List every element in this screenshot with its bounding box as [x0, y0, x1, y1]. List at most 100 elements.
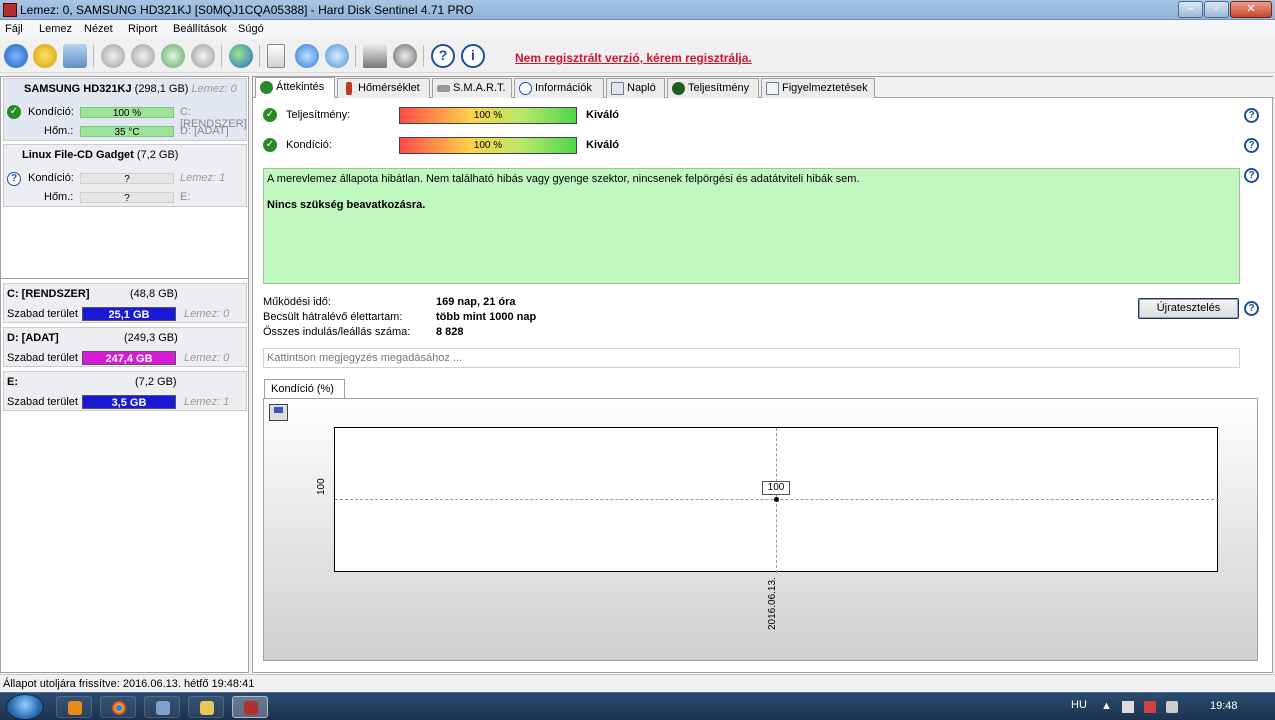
tab-log-label: Napló: [627, 82, 656, 94]
help-icon[interactable]: ?: [1244, 138, 1259, 153]
disk-1-temp-label: Hőm.:: [44, 191, 74, 203]
network-icon: [156, 701, 170, 715]
menu-report[interactable]: Riport: [128, 23, 157, 35]
tab-alerts-label: Figyelmeztetések: [782, 82, 868, 94]
disk-info-icon[interactable]: [63, 44, 87, 68]
uptime-value: 169 nap, 21 óra: [436, 296, 516, 308]
flag-icon[interactable]: [1122, 701, 1134, 713]
minimize-button[interactable]: –: [1178, 1, 1203, 18]
help-icon[interactable]: ?: [1244, 301, 1259, 316]
taskbar-chrome[interactable]: [100, 696, 136, 718]
tab-information[interactable]: Információk: [514, 78, 604, 98]
about-icon[interactable]: i: [461, 44, 485, 68]
save-icon[interactable]: [269, 404, 288, 421]
close-button[interactable]: ✕: [1230, 1, 1272, 18]
drive-test-icon[interactable]: [131, 44, 155, 68]
gauge-icon: [672, 82, 685, 95]
status-unknown-icon: ?: [7, 172, 21, 186]
app-icon: [3, 3, 17, 17]
performance-label: Teljesítmény:: [286, 109, 351, 121]
warning-icon[interactable]: [33, 44, 57, 68]
chrome-icon: [112, 701, 126, 715]
tab-performance-label: Teljesítmény: [688, 82, 750, 94]
help-icon[interactable]: ?: [431, 44, 455, 68]
performance-bar: 100 %: [399, 107, 577, 124]
partition-e-name: E:: [7, 376, 18, 388]
taskbar-explorer[interactable]: [188, 696, 224, 718]
tab-alerts[interactable]: Figyelmeztetések: [761, 78, 875, 98]
tab-smart[interactable]: S.M.A.R.T.: [432, 78, 512, 98]
tab-temperature[interactable]: Hőmérséklet: [337, 78, 430, 98]
tab-performance[interactable]: Teljesítmény: [667, 78, 759, 98]
disk-0-panel[interactable]: SAMSUNG HD321KJ (298,1 GB) Lemez: 0 ✓ Ko…: [3, 78, 247, 141]
menu-view[interactable]: Nézet: [84, 23, 113, 35]
data-label: 100: [762, 481, 790, 495]
partition-c-disk: Lemez: 0: [184, 308, 230, 320]
menu-file[interactable]: Fájl: [5, 23, 23, 35]
partition-c-free-label: Szabad terület: [7, 308, 78, 320]
alerts-icon: [766, 82, 779, 95]
disk-0-temp-label: Hőm.:: [44, 125, 74, 137]
partition-c-panel[interactable]: C: [RENDSZER] (48,8 GB) Szabad terület 2…: [3, 283, 247, 323]
taskbar: HU ▲ 19:48: [0, 692, 1275, 720]
toolbar-separator: [259, 45, 260, 67]
status-bar: Állapot utoljára frissítve: 2016.06.13. …: [0, 674, 1275, 692]
maximize-button[interactable]: ▫: [1204, 1, 1229, 18]
check-icon: [260, 81, 273, 94]
language-indicator[interactable]: HU: [1071, 699, 1087, 711]
disk-1-volume-1: E:: [180, 191, 191, 203]
network-tray-icon[interactable]: [1144, 701, 1156, 713]
speaker-icon[interactable]: [393, 44, 417, 68]
taskbar-media-player[interactable]: [56, 696, 92, 718]
toolbar-separator: [93, 45, 94, 67]
drive-icon[interactable]: [101, 44, 125, 68]
partition-d-free-bar: 247,4 GB: [82, 351, 176, 365]
condition-chart: 100 100 2016.06.13.: [263, 398, 1258, 661]
note-input[interactable]: Kattintson megjegyzés megadásához ...: [263, 348, 1240, 368]
status-ok-icon: ✓: [7, 105, 21, 119]
tab-information-label: Információk: [535, 82, 592, 94]
volume-icon[interactable]: [1166, 701, 1178, 713]
condition-rating: Kiváló: [586, 139, 620, 151]
settings-icon[interactable]: [363, 44, 387, 68]
data-point: [774, 497, 779, 502]
register-link[interactable]: Nem regisztrált verzió, kérem regisztrál…: [515, 51, 752, 65]
condition-bar: 100 %: [399, 137, 577, 154]
taskbar-hd-sentinel[interactable]: [232, 696, 268, 718]
pane-divider: [1, 278, 248, 279]
partition-d-panel[interactable]: D: [ADAT] (249,3 GB) Szabad terület 247,…: [3, 327, 247, 367]
disk-1-index: Lemez: 1: [180, 172, 226, 184]
clock[interactable]: 19:48: [1210, 700, 1238, 712]
disk-0-size: (298,1 GB): [134, 83, 189, 95]
tab-overview[interactable]: Áttekintés: [255, 77, 335, 98]
retest-button[interactable]: Újratesztelés: [1138, 298, 1239, 319]
partition-c-free-bar: 25,1 GB: [82, 307, 176, 321]
drive-icon: [437, 85, 450, 92]
report-icon[interactable]: [267, 44, 285, 68]
start-button[interactable]: [6, 694, 44, 720]
lifetime-value: több mint 1000 nap: [436, 311, 537, 323]
send-icon[interactable]: [325, 44, 349, 68]
health-summary: A merevlemez állapota hibátlan. Nem talá…: [263, 168, 1240, 284]
partition-d-disk: Lemez: 0: [184, 352, 230, 364]
sync-icon[interactable]: [295, 44, 319, 68]
chart-tab-condition[interactable]: Kondíció (%): [264, 379, 345, 399]
menu-settings[interactable]: Beállítások: [173, 23, 227, 35]
tray-expand-icon[interactable]: ▲: [1101, 700, 1112, 712]
drive-ok-icon[interactable]: [161, 44, 185, 68]
taskbar-network[interactable]: [144, 696, 180, 718]
disk-list-pane: SAMSUNG HD321KJ (298,1 GB) Lemez: 0 ✓ Ko…: [0, 76, 249, 673]
globe-icon[interactable]: [229, 44, 253, 68]
disk-1-condition-bar: ?: [80, 173, 174, 185]
tab-log[interactable]: Napló: [606, 78, 665, 98]
menu-help[interactable]: Súgó: [238, 23, 264, 35]
thermometer-icon: [346, 82, 352, 95]
performance-ok-icon: ✓: [263, 108, 277, 122]
drive-tool-icon[interactable]: [191, 44, 215, 68]
help-icon[interactable]: ?: [1244, 168, 1259, 183]
partition-e-panel[interactable]: E: (7,2 GB) Szabad terület 3,5 GB Lemez:…: [3, 371, 247, 411]
menu-disk[interactable]: Lemez: [39, 23, 72, 35]
disk-1-panel[interactable]: Linux File-CD Gadget (7,2 GB) ? Kondíció…: [3, 144, 247, 207]
refresh-icon[interactable]: [4, 44, 28, 68]
help-icon[interactable]: ?: [1244, 108, 1259, 123]
